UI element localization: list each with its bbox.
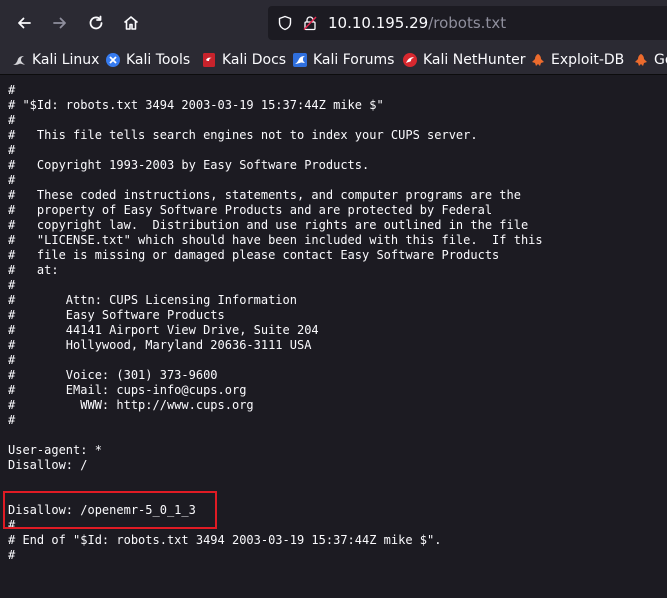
- browser-toolbar: 10.10.195.29/robots.txt: [0, 0, 667, 46]
- home-icon: [123, 16, 139, 30]
- url-path: /robots.txt: [428, 14, 507, 32]
- url-host: 10.10.195.29: [328, 14, 429, 32]
- highlight-box: [3, 491, 217, 529]
- kali-nethunter-icon: [403, 53, 417, 67]
- address-bar[interactable]: 10.10.195.29/robots.txt: [268, 6, 667, 40]
- bookmark-kali-forums[interactable]: Kali Forums: [292, 46, 394, 74]
- bookmark-exploit-db[interactable]: Exploit-DB: [530, 46, 624, 74]
- kali-tools-icon: [106, 53, 120, 67]
- site-info-icon[interactable]: [302, 15, 318, 31]
- kali-dragon-icon: [13, 56, 25, 65]
- url-text[interactable]: 10.10.195.29/robots.txt: [328, 6, 506, 40]
- reload-icon: [89, 15, 103, 30]
- arrow-left-icon: [18, 17, 31, 29]
- bookmark-label: Kali Forums: [313, 52, 395, 68]
- kali-docs-icon: [203, 53, 215, 67]
- page-content: # # "$Id: robots.txt 3494 2003-03-19 15:…: [0, 75, 667, 598]
- bookmark-label: Kali NetHunter: [423, 52, 526, 68]
- arrow-right-icon: [53, 17, 66, 29]
- bookmark-label: Go: [654, 52, 667, 68]
- home-button[interactable]: [117, 9, 145, 37]
- bookmark-kali-tools[interactable]: Kali Tools: [105, 46, 190, 74]
- bookmark-kali-nethunter[interactable]: Kali NetHunter: [402, 46, 525, 74]
- shield-icon[interactable]: [277, 15, 293, 31]
- reload-button[interactable]: [82, 9, 110, 37]
- bookmark-kali-docs[interactable]: Kali Docs: [201, 46, 286, 74]
- exploit-db-icon: [532, 54, 544, 66]
- forward-button[interactable]: [46, 9, 74, 37]
- bookmark-label: Exploit-DB: [551, 52, 625, 68]
- bookmarks-toolbar: Kali Linux Kali Tools Kali Docs Kali For…: [0, 46, 667, 75]
- bookmark-label: Kali Docs: [222, 52, 287, 68]
- back-button[interactable]: [10, 9, 38, 37]
- bookmark-kali-linux[interactable]: Kali Linux: [11, 46, 99, 74]
- kali-forums-icon: [293, 53, 307, 67]
- google-hacking-db-icon: [635, 54, 647, 66]
- bookmark-label: Kali Tools: [126, 52, 191, 68]
- bookmark-google-hacking-db[interactable]: Go: [633, 46, 667, 74]
- bookmark-label: Kali Linux: [32, 52, 100, 68]
